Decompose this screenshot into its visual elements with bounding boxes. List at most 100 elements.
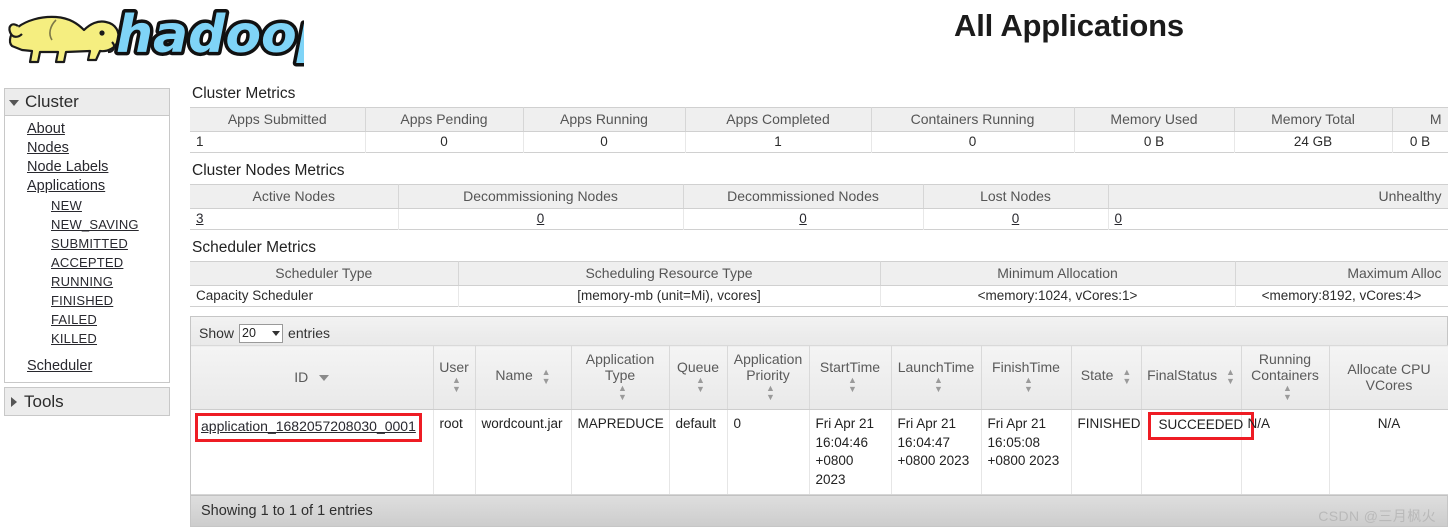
sort-both-icon: ▲ ▼	[766, 382, 775, 402]
sidebar-cluster-label: Cluster	[25, 91, 79, 111]
col-application-priority-label: Application Priority	[733, 351, 803, 384]
val-apps-submitted: 1	[190, 131, 366, 153]
val-maximum-allocation: <memory:8192, vCores:4>	[1235, 285, 1448, 307]
application-id-link[interactable]: application_1682057208030_0001	[201, 418, 416, 434]
val-decommissioning-nodes: 0	[398, 208, 684, 230]
col-decommissioned-nodes[interactable]: Decommissioned Nodes	[683, 184, 924, 209]
col-active-nodes[interactable]: Active Nodes	[190, 184, 399, 209]
col-maximum-allocation[interactable]: Maximum Alloc	[1235, 261, 1448, 286]
val-memory-used: 0 B	[1074, 131, 1235, 153]
entries-label: entries	[288, 325, 331, 341]
val-containers-running: 0	[871, 131, 1075, 153]
val-lost-nodes: 0	[923, 208, 1109, 230]
col-scheduling-resource-type[interactable]: Scheduling Resource Type	[458, 261, 881, 286]
col-state-label: State	[1080, 367, 1114, 384]
sidebar-tools-label: Tools	[24, 391, 64, 411]
sidebar-item-submitted[interactable]: SUBMITTED	[5, 234, 169, 253]
cell-name: wordcount.jar	[475, 409, 572, 495]
sidebar-item-node-labels[interactable]: Node Labels	[5, 158, 169, 177]
applications-panel: Show 20 entries ID User ▲ ▼ Name ▲ ▼ App…	[190, 316, 1448, 527]
col-apps-pending[interactable]: Apps Pending	[365, 107, 524, 132]
page-title: All Applications	[954, 8, 1184, 43]
val-minimum-allocation: <memory:1024, vCores:1>	[880, 285, 1236, 307]
col-scheduler-type[interactable]: Scheduler Type	[190, 261, 459, 286]
sort-both-icon: ▲ ▼	[452, 374, 461, 394]
col-name-label: Name	[495, 367, 533, 384]
val-memory-reserved: 0 B	[1392, 131, 1448, 153]
show-label: Show	[199, 325, 235, 341]
col-application-priority[interactable]: Application Priority ▲ ▼	[727, 345, 810, 410]
col-queue[interactable]: Queue ▲ ▼	[669, 345, 728, 410]
cell-start-time: Fri Apr 21 16:04:46 +0800 2023	[809, 409, 892, 495]
col-running-containers[interactable]: Running Containers ▲ ▼	[1241, 345, 1330, 410]
entries-length-select[interactable]: 20	[239, 323, 284, 343]
cell-state: FINISHED	[1071, 409, 1142, 495]
table-row: Capacity Scheduler [memory-mb (unit=Mi),…	[190, 285, 1448, 307]
sort-both-icon: ▲ ▼	[848, 374, 857, 394]
entries-length-value: 20	[242, 326, 256, 340]
sidebar-item-failed[interactable]: FAILED	[5, 310, 169, 329]
sort-both-icon: ▲ ▼	[541, 366, 551, 386]
col-decommissioning-nodes[interactable]: Decommissioning Nodes	[398, 184, 684, 209]
sidebar-item-new-saving[interactable]: NEW_SAVING	[5, 215, 169, 234]
cell-application-type: MAPREDUCE	[571, 409, 670, 495]
col-user[interactable]: User ▲ ▼	[433, 345, 476, 410]
col-name[interactable]: Name ▲ ▼	[475, 345, 572, 410]
sort-both-icon: ▲ ▼	[1226, 366, 1235, 386]
sort-desc-icon	[319, 374, 330, 381]
caret-down-icon	[9, 99, 19, 106]
col-apps-running[interactable]: Apps Running	[523, 107, 686, 132]
col-finish-time[interactable]: FinishTime ▲ ▼	[981, 345, 1072, 410]
sidebar-cluster-header[interactable]: Cluster	[5, 89, 169, 116]
col-apps-submitted[interactable]: Apps Submitted	[190, 107, 366, 132]
col-final-status[interactable]: FinalStatus ▲ ▼	[1141, 345, 1242, 410]
sidebar-item-scheduler[interactable]: Scheduler	[5, 357, 169, 376]
active-nodes-link[interactable]: 3	[196, 211, 204, 226]
col-launch-time[interactable]: LaunchTime ▲ ▼	[891, 345, 982, 410]
col-id[interactable]: ID	[191, 345, 434, 410]
col-lost-nodes[interactable]: Lost Nodes	[923, 184, 1109, 209]
lost-nodes-link[interactable]: 0	[1012, 211, 1020, 226]
sidebar-item-killed[interactable]: KILLED	[5, 329, 169, 348]
sidebar-tools-section[interactable]: Tools	[4, 387, 170, 416]
table-row: 3 0 0 0 0	[190, 208, 1448, 230]
col-apps-completed[interactable]: Apps Completed	[685, 107, 872, 132]
col-state[interactable]: State ▲ ▼	[1071, 345, 1142, 410]
col-application-type[interactable]: Application Type ▲ ▼	[571, 345, 670, 410]
sidebar-item-finished[interactable]: FINISHED	[5, 291, 169, 310]
col-memory-reserved-truncated[interactable]: M	[1392, 107, 1448, 132]
col-containers-running[interactable]: Containers Running	[871, 107, 1075, 132]
col-application-type-label: Application Type	[585, 351, 655, 384]
watermark: CSDN @三月枫火	[1318, 508, 1436, 524]
caret-right-icon	[11, 397, 17, 407]
sidebar-item-nodes[interactable]: Nodes	[5, 139, 169, 158]
unhealthy-nodes-link[interactable]: 0	[1115, 211, 1123, 226]
sidebar-item-new[interactable]: NEW	[5, 196, 169, 215]
cell-user: root	[433, 409, 476, 495]
col-memory-used[interactable]: Memory Used	[1074, 107, 1235, 132]
table-row: 1 0 0 1 0 0 B 24 GB 0 B	[190, 131, 1448, 153]
col-queue-label: Queue	[676, 359, 720, 376]
col-allocated-cpu-vcores[interactable]: Allocate CPU VCores	[1329, 345, 1448, 410]
sidebar-item-applications[interactable]: Applications	[5, 177, 169, 196]
sidebar-item-accepted[interactable]: ACCEPTED	[5, 253, 169, 272]
col-allocated-cpu-vcores-label: Allocate CPU VCores	[1347, 360, 1431, 393]
final-status-annotation-box: SUCCEEDED	[1147, 412, 1255, 440]
applications-table: ID User ▲ ▼ Name ▲ ▼ Application Type ▲ ▼	[191, 345, 1448, 495]
cell-id: application_1682057208030_0001	[191, 409, 434, 495]
col-start-time-label: StartTime	[819, 359, 881, 376]
sidebar-item-running[interactable]: RUNNING	[5, 272, 169, 291]
col-start-time[interactable]: StartTime ▲ ▼	[809, 345, 892, 410]
decommissioned-nodes-link[interactable]: 0	[799, 211, 807, 226]
col-unhealthy-nodes[interactable]: Unhealthy	[1108, 184, 1448, 209]
col-minimum-allocation[interactable]: Minimum Allocation	[880, 261, 1236, 286]
col-memory-total[interactable]: Memory Total	[1234, 107, 1393, 132]
sidebar-item-about[interactable]: About	[5, 120, 169, 139]
sort-both-icon: ▲ ▼	[1122, 366, 1132, 386]
decommissioning-nodes-link[interactable]: 0	[537, 211, 545, 226]
col-running-containers-label: Running Containers	[1251, 351, 1319, 384]
status-badge: SUCCEEDED	[1158, 417, 1244, 432]
id-annotation-box: application_1682057208030_0001	[195, 413, 422, 442]
table-header-row: ID User ▲ ▼ Name ▲ ▼ Application Type ▲ ▼	[191, 345, 1448, 410]
